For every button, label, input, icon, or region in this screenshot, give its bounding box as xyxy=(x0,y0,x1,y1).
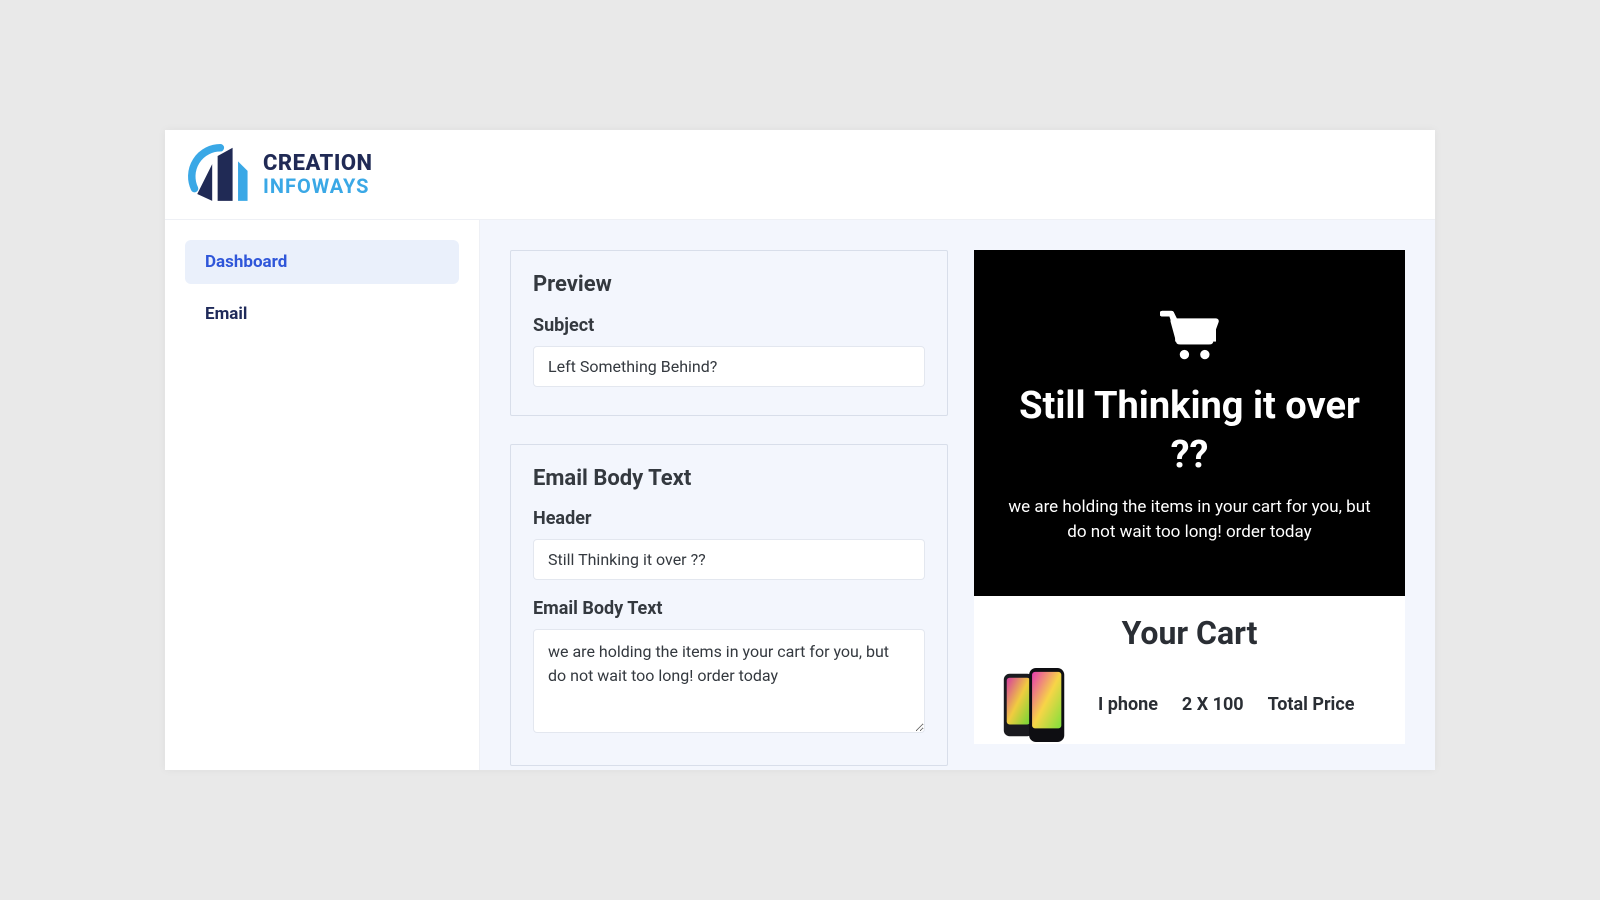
sidebar-item-label: Dashboard xyxy=(205,252,287,272)
body: Dashboard Email Preview Subject Email Bo… xyxy=(165,220,1435,770)
body-text-input[interactable] xyxy=(533,629,925,733)
product-image-icon xyxy=(996,666,1074,744)
sidebar-item-email[interactable]: Email xyxy=(185,292,459,336)
brand-line2: INFOWAYS xyxy=(263,176,373,197)
email-hero: Still Thinking it over ?? we are holding… xyxy=(974,250,1405,596)
header-label: Header xyxy=(533,508,925,529)
hero-subtitle: we are holding the items in your cart fo… xyxy=(1002,495,1377,546)
sidebar: Dashboard Email xyxy=(165,220,480,770)
cart-item-name: I phone xyxy=(1098,694,1158,715)
email-body-card: Email Body Text Header Email Body Text xyxy=(510,444,948,767)
cart-heading: Your Cart xyxy=(996,614,1383,652)
header: CREATION INFOWAYS xyxy=(165,130,1435,220)
cart-item-total-label: Total Price xyxy=(1268,694,1355,715)
body-text-label: Email Body Text xyxy=(533,598,925,619)
logo-mark-icon xyxy=(185,141,253,209)
preview-card: Preview Subject xyxy=(510,250,948,416)
cart-row: I phone 2 X 100 Total Price xyxy=(996,666,1383,744)
cart-item-qty-price: 2 X 100 xyxy=(1182,694,1244,715)
preview-card-title: Preview xyxy=(533,271,925,299)
cart-columns: I phone 2 X 100 Total Price xyxy=(1098,694,1354,715)
main-content: Preview Subject Email Body Text Header E… xyxy=(480,220,1435,770)
brand-logo: CREATION INFOWAYS xyxy=(185,141,373,209)
sidebar-item-label: Email xyxy=(205,304,247,324)
email-body-card-title: Email Body Text xyxy=(533,465,925,493)
editor-column: Preview Subject Email Body Text Header E… xyxy=(510,250,948,770)
subject-label: Subject xyxy=(533,315,925,336)
header-input[interactable] xyxy=(533,539,925,580)
subject-input[interactable] xyxy=(533,346,925,387)
brand-line1: CREATION xyxy=(263,152,373,175)
cart-icon xyxy=(1160,310,1220,362)
cart-section: Your Cart xyxy=(974,596,1405,744)
hero-title: Still Thinking it over ?? xyxy=(1002,382,1377,481)
sidebar-item-dashboard[interactable]: Dashboard xyxy=(185,240,459,284)
preview-column: Still Thinking it over ?? we are holding… xyxy=(974,250,1405,770)
app-frame: CREATION INFOWAYS Dashboard Email Previe… xyxy=(165,130,1435,770)
